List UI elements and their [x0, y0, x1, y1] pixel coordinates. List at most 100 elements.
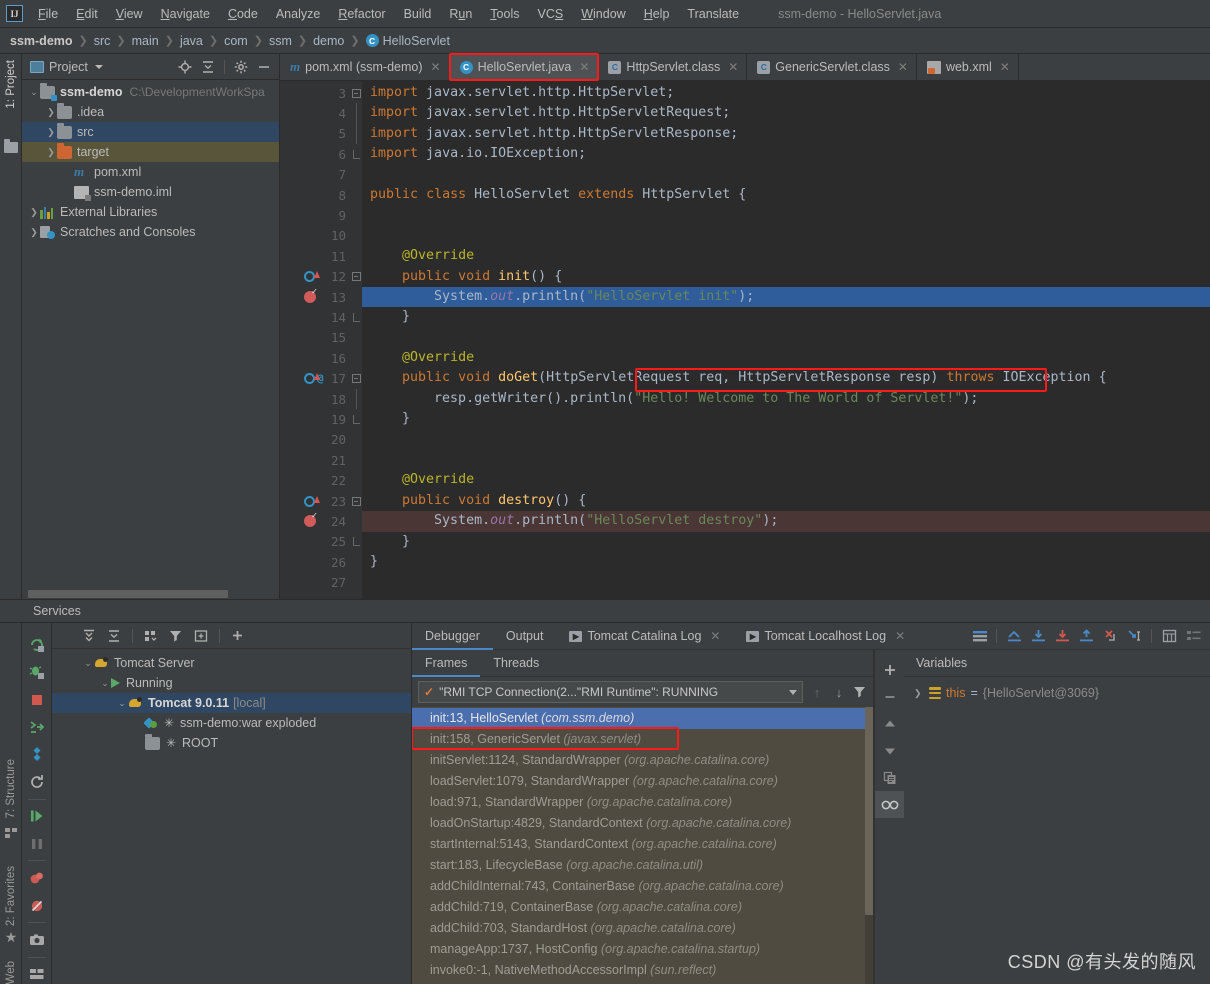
fold-marker[interactable] — [350, 389, 362, 409]
layout-settings-icon[interactable] — [22, 961, 51, 984]
code-editor[interactable]: 34567891011121314151617@1819202122232425… — [280, 81, 1210, 599]
code-line[interactable]: System.out.println("HelloServlet destro… — [362, 511, 1210, 531]
menu-code[interactable]: Code — [219, 3, 267, 25]
code-line[interactable] — [362, 430, 1210, 450]
project-horizontal-scrollbar[interactable] — [22, 587, 279, 599]
code-line[interactable] — [362, 165, 1210, 185]
gear-icon[interactable] — [234, 60, 248, 74]
close-icon[interactable]: ✕ — [895, 629, 905, 643]
fold-marker[interactable]: − — [350, 368, 362, 388]
code-line[interactable]: import javax.servlet.http.HttpServlet; — [362, 83, 1210, 103]
gutter-line[interactable]: 7 — [280, 165, 350, 185]
code-line[interactable]: public void init() { — [362, 267, 1210, 287]
gutter-line[interactable]: 17 @ — [280, 368, 350, 388]
breadcrumb-item-src[interactable]: src — [94, 34, 111, 48]
fold-marker[interactable] — [350, 532, 362, 552]
code-line[interactable]: } — [362, 532, 1210, 552]
gutter-line[interactable]: 15 — [280, 328, 350, 348]
view-breakpoints-icon[interactable] — [22, 864, 51, 891]
fold-marker[interactable] — [350, 144, 362, 164]
debug-icon[interactable] — [22, 658, 51, 685]
project-tree-item[interactable]: ⌄ ssm-demo C:\DevelopmentWorkSpa — [22, 82, 279, 102]
breadcrumb-item-com[interactable]: com — [224, 34, 248, 48]
fold-marker[interactable]: − — [350, 83, 362, 103]
menu-vcs[interactable]: VCS — [528, 3, 572, 25]
code-line[interactable] — [362, 328, 1210, 348]
chevron-right-icon[interactable]: ❯ — [45, 147, 57, 158]
frame-item[interactable]: loadOnStartup:4829, StandardContext (org… — [412, 813, 873, 834]
gutter-line[interactable]: 10 — [280, 226, 350, 246]
fold-marker[interactable]: − — [350, 267, 362, 287]
collapse-all-icon[interactable] — [201, 60, 215, 74]
frame-item[interactable]: initServlet:1124, StandardWrapper (org.a… — [412, 750, 873, 771]
code-line[interactable]: import java.io.IOException; — [362, 144, 1210, 164]
override-method-icon[interactable] — [304, 373, 315, 384]
gutter-line[interactable]: 27 — [280, 572, 350, 592]
code-line[interactable]: public class HelloServlet extends HttpSe… — [362, 185, 1210, 205]
gutter-line[interactable]: 24 — [280, 511, 350, 531]
breakpoint-icon[interactable] — [304, 291, 316, 303]
camera-icon[interactable] — [22, 926, 51, 953]
project-tree[interactable]: ⌄ ssm-demo C:\DevelopmentWorkSpa ❯ .idea ❯ src… — [22, 80, 279, 587]
chevron-right-icon[interactable]: ❯ — [28, 227, 40, 238]
debugger-tab[interactable]: ▶ Tomcat Localhost Log ✕ — [733, 623, 918, 649]
project-tree-item[interactable]: ❯ target — [22, 142, 279, 162]
variables-list[interactable]: ❯ this = {HelloServlet@3069} — [904, 677, 1210, 984]
add-service-icon[interactable] — [231, 629, 245, 643]
code-line[interactable]: @Override — [362, 246, 1210, 266]
frame-item[interactable]: addChild:719, ContainerBase (org.apache.… — [412, 897, 873, 918]
tool-window-button-structure[interactable]: 7: Structure — [5, 759, 17, 818]
gutter-line[interactable]: 11 — [280, 246, 350, 266]
tool-window-button-web[interactable]: Web — [5, 961, 17, 984]
watches-glasses-icon[interactable] — [875, 791, 904, 818]
mute-breakpoints-icon[interactable] — [22, 892, 51, 919]
restart-icon[interactable] — [22, 768, 51, 795]
breakpoint-icon[interactable] — [304, 515, 316, 527]
project-tree-item[interactable]: m pom.xml — [22, 162, 279, 182]
editor-tab[interactable]: HttpServlet.class✕ — [598, 54, 747, 80]
services-tree-item[interactable]: ✳ ROOT — [52, 733, 411, 753]
collapse-all-icon[interactable] — [107, 629, 121, 643]
debugger-tab[interactable]: ▶ Tomcat Catalina Log ✕ — [556, 623, 733, 649]
gutter-line[interactable]: 3 — [280, 83, 350, 103]
close-icon[interactable]: ✕ — [898, 60, 908, 74]
override-method-icon[interactable] — [304, 496, 315, 507]
gutter-line[interactable]: 20 — [280, 430, 350, 450]
update-app-icon[interactable] — [22, 741, 51, 768]
menu-file[interactable]: File — [29, 3, 67, 25]
menu-run[interactable]: Run — [440, 3, 481, 25]
breadcrumb-item-demo[interactable]: demo — [313, 34, 344, 48]
frame-item[interactable]: init:13, HelloServlet (com.ssm.demo) — [412, 708, 873, 729]
move-down-icon[interactable]: ↓ — [831, 685, 847, 700]
variable-row[interactable]: ❯ this = {HelloServlet@3069} — [904, 683, 1210, 703]
stop-icon[interactable] — [22, 686, 51, 713]
debug-settings-icon[interactable] — [972, 629, 986, 643]
code-text-area[interactable]: import javax.servlet.http.HttpServlet; im… — [362, 81, 1210, 599]
gutter-line[interactable]: 9 — [280, 205, 350, 225]
copy-icon[interactable] — [875, 764, 904, 791]
project-title-group[interactable]: Project — [30, 60, 103, 74]
tool-window-button-favorites[interactable]: 2: Favorites — [5, 866, 17, 926]
gutter-line[interactable]: 8 — [280, 185, 350, 205]
gutter-line[interactable]: 16 — [280, 348, 350, 368]
deploy-icon[interactable] — [22, 713, 51, 740]
scrollbar-thumb[interactable] — [28, 590, 228, 598]
project-tree-item[interactable]: ❯ .idea — [22, 102, 279, 122]
code-line[interactable]: @Override — [362, 348, 1210, 368]
code-folding-column[interactable]: − − − − — [350, 81, 362, 599]
gutter-line[interactable]: 18 — [280, 389, 350, 409]
project-tree-item[interactable]: ❯ Scratches and Consoles — [22, 222, 279, 242]
frame-item[interactable]: addChildInternal:743, ContainerBase (org… — [412, 876, 873, 897]
code-line[interactable]: resp.getWriter().println("Hello! Welcom… — [362, 389, 1210, 409]
step-over-icon[interactable] — [1031, 629, 1045, 643]
menu-edit[interactable]: Edit — [67, 3, 107, 25]
code-line[interactable]: } — [362, 409, 1210, 429]
gutter-line[interactable]: 12 — [280, 267, 350, 287]
menu-analyze[interactable]: Analyze — [267, 3, 329, 25]
frames-list[interactable]: init:13, HelloServlet (com.ssm.demo) init… — [412, 707, 873, 984]
breadcrumb-item-class[interactable]: HelloServlet — [383, 34, 450, 48]
frame-item[interactable]: load:971, StandardWrapper (org.apache.ca… — [412, 792, 873, 813]
debugger-tab[interactable]: Debugger — [412, 623, 493, 649]
menu-view[interactable]: View — [107, 3, 152, 25]
group-by-icon[interactable] — [144, 629, 158, 643]
